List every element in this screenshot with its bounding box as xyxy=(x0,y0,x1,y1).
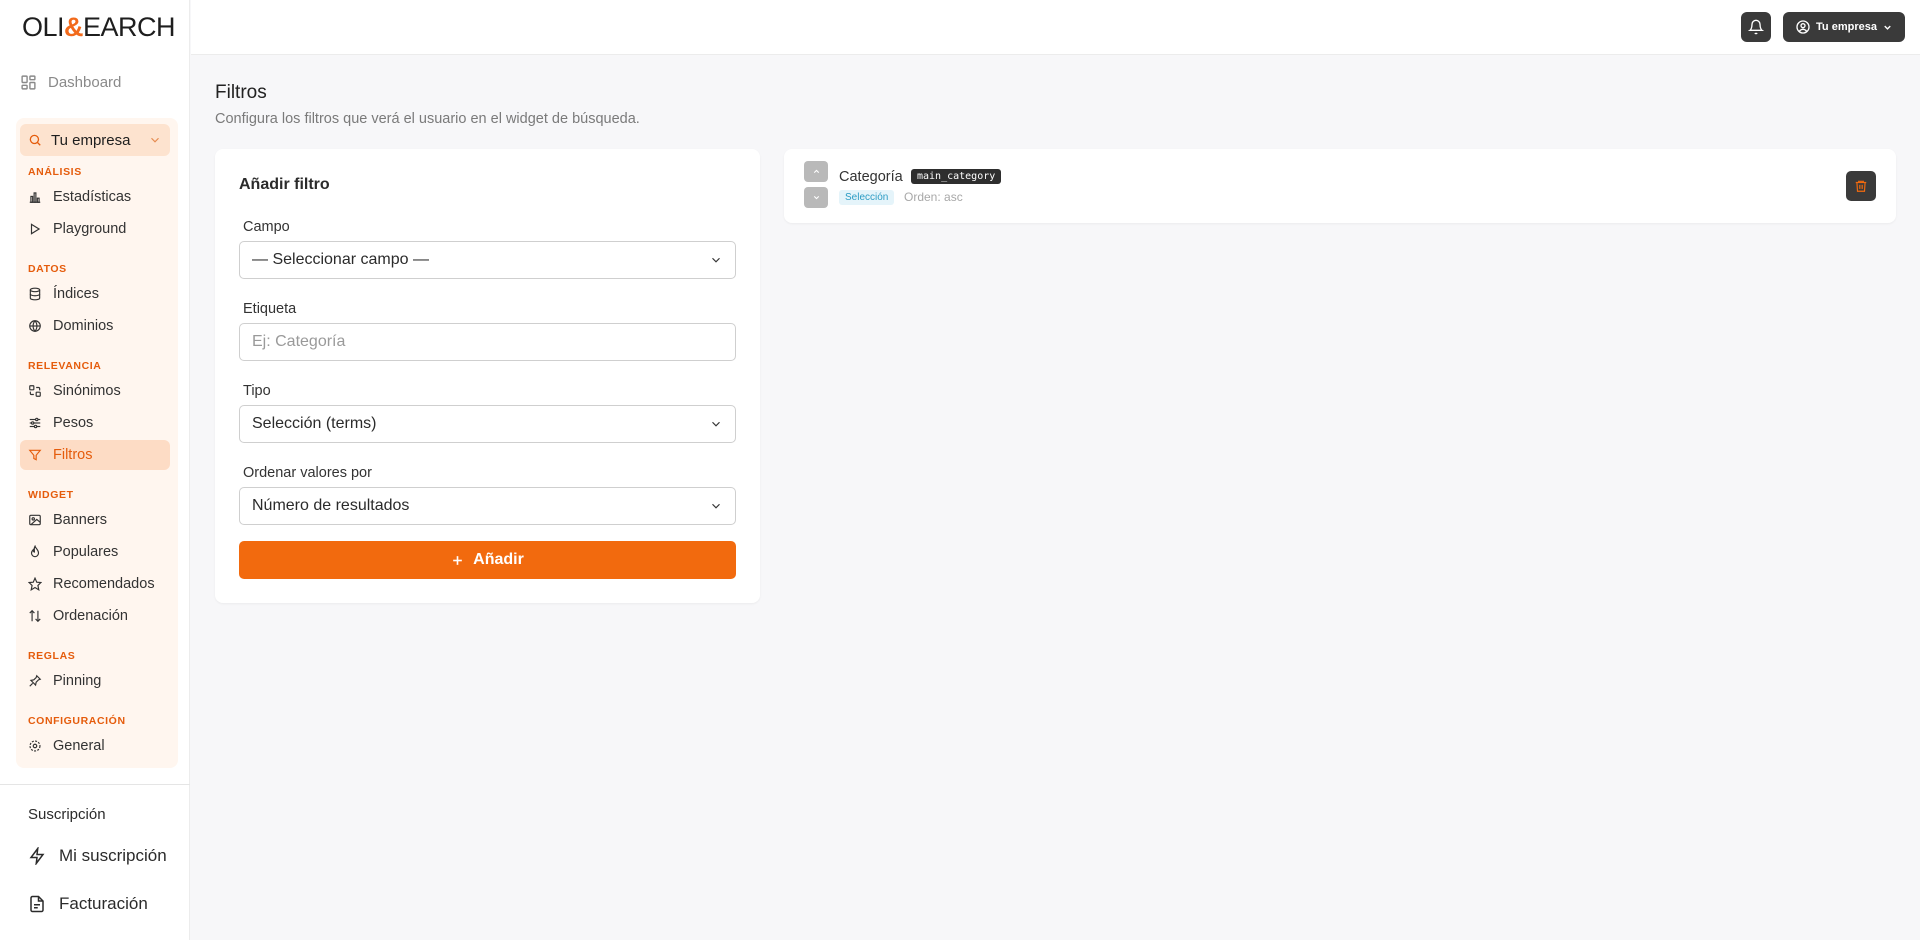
section-title-relevancia: RELEVANCIA xyxy=(28,360,102,372)
company-selector-value: Tu empresa xyxy=(51,131,131,149)
sidebar-item-filtros[interactable]: Filtros xyxy=(20,440,170,470)
page-subtitle: Configura los filtros que verá el usuari… xyxy=(215,111,640,127)
gear-icon xyxy=(29,740,41,752)
etiqueta-field-wrapper xyxy=(239,323,736,361)
play-icon xyxy=(30,223,41,235)
search-icon xyxy=(29,134,41,146)
filter-name: Categoría xyxy=(839,169,903,185)
sidebar-nav-panel: Tu empresa ANÁLISIS Estadísticas Playgro… xyxy=(16,118,178,768)
sidebar-item-banners[interactable]: Banners xyxy=(20,505,170,535)
company-selector[interactable]: Tu empresa xyxy=(20,124,170,156)
chevron-down-icon xyxy=(813,195,819,200)
synonyms-icon xyxy=(29,385,41,397)
filter-item-card: Categoría main_category Selección Orden:… xyxy=(784,149,1896,223)
section-title-reglas: REGLAS xyxy=(28,650,76,662)
etiqueta-input[interactable] xyxy=(252,333,723,351)
notifications-button[interactable] xyxy=(1741,12,1771,42)
sidebar-item-ordenacion[interactable]: Ordenación xyxy=(20,601,170,631)
section-title-analisis: ANÁLISIS xyxy=(28,166,82,178)
image-icon xyxy=(29,514,41,526)
delete-filter-button[interactable] xyxy=(1846,171,1876,201)
bell-icon xyxy=(1748,19,1764,35)
bar-chart-icon xyxy=(29,192,41,203)
sidebar-item-label: Dashboard xyxy=(48,74,122,91)
sort-icon xyxy=(29,609,41,623)
filter-field-badge: main_category xyxy=(911,169,1002,184)
sidebar-item-mi-suscripcion[interactable]: Mi suscripción xyxy=(28,846,167,866)
tipo-select[interactable]: Selección (terms) xyxy=(239,405,736,443)
add-filter-card: Añadir filtro Campo — Seleccionar campo … xyxy=(215,149,760,603)
sidebar: OLI & EARCH Dashboard Tu empresa ANÁLISIS … xyxy=(0,0,190,940)
campo-select[interactable]: — Seleccionar campo — xyxy=(239,241,736,279)
top-bar xyxy=(191,0,1920,55)
sidebar-item-estadisticas[interactable]: Estadísticas xyxy=(20,182,170,212)
section-title-widget: WIDGET xyxy=(28,489,74,501)
database-icon xyxy=(29,287,41,301)
sidebar-item-indices[interactable]: Índices xyxy=(20,279,170,309)
sidebar-item-facturacion[interactable]: Facturación xyxy=(28,894,148,914)
sidebar-item-dominios[interactable]: Dominios xyxy=(20,311,170,341)
etiqueta-label: Etiqueta xyxy=(243,301,297,317)
sidebar-divider xyxy=(0,784,190,785)
trash-icon xyxy=(1855,180,1867,192)
star-icon xyxy=(28,577,42,591)
add-filter-title: Añadir filtro xyxy=(239,176,330,193)
chevron-down-icon xyxy=(712,257,720,263)
filter-order-text: Orden: asc xyxy=(904,190,963,204)
pin-icon xyxy=(29,674,42,687)
move-down-button[interactable] xyxy=(804,187,828,208)
ordenar-select[interactable]: Número de resultados xyxy=(239,487,736,525)
chevron-down-icon xyxy=(1884,25,1891,30)
filter-type-badge: Selección xyxy=(839,190,895,205)
filter-icon xyxy=(28,449,42,461)
campo-label: Campo xyxy=(243,219,290,235)
chevron-down-icon xyxy=(151,137,159,143)
plus-icon xyxy=(453,555,462,565)
sidebar-item-pesos[interactable]: Pesos xyxy=(20,408,170,438)
page-title: Filtros xyxy=(215,82,267,103)
sidebar-item-pinning[interactable]: Pinning xyxy=(20,666,170,696)
sliders-icon xyxy=(29,417,41,429)
user-circle-icon xyxy=(1796,20,1810,34)
subscription-title: Suscripción xyxy=(28,806,106,823)
chevron-up-icon xyxy=(813,169,819,174)
section-title-datos: DATOS xyxy=(28,263,67,275)
lightning-icon xyxy=(29,847,45,865)
account-menu-button[interactable]: Tu empresa xyxy=(1783,12,1905,42)
chevron-down-icon xyxy=(712,503,720,509)
globe-icon xyxy=(29,320,41,333)
invoice-icon xyxy=(30,895,44,913)
section-title-configuracion: CONFIGURACIÓN xyxy=(28,715,126,727)
ordenar-label: Ordenar valores por xyxy=(243,465,372,481)
add-filter-button[interactable]: Añadir xyxy=(239,541,736,579)
account-label: Tu empresa xyxy=(1816,21,1877,33)
sidebar-item-playground[interactable]: Playground xyxy=(20,214,170,244)
dashboard-icon xyxy=(21,75,36,90)
sidebar-item-sinonimos[interactable]: Sinónimos xyxy=(20,376,170,406)
sidebar-item-dashboard[interactable]: Dashboard xyxy=(20,74,121,91)
move-up-button[interactable] xyxy=(804,161,828,182)
sidebar-item-populares[interactable]: Populares xyxy=(20,537,170,567)
flame-icon xyxy=(30,545,40,558)
brand-logo[interactable]: OLI & EARCH xyxy=(22,12,176,42)
sidebar-item-recomendados[interactable]: Recomendados xyxy=(20,569,170,599)
sidebar-item-general[interactable]: General xyxy=(20,731,170,761)
chevron-down-icon xyxy=(712,421,720,427)
tipo-label: Tipo xyxy=(243,383,271,399)
